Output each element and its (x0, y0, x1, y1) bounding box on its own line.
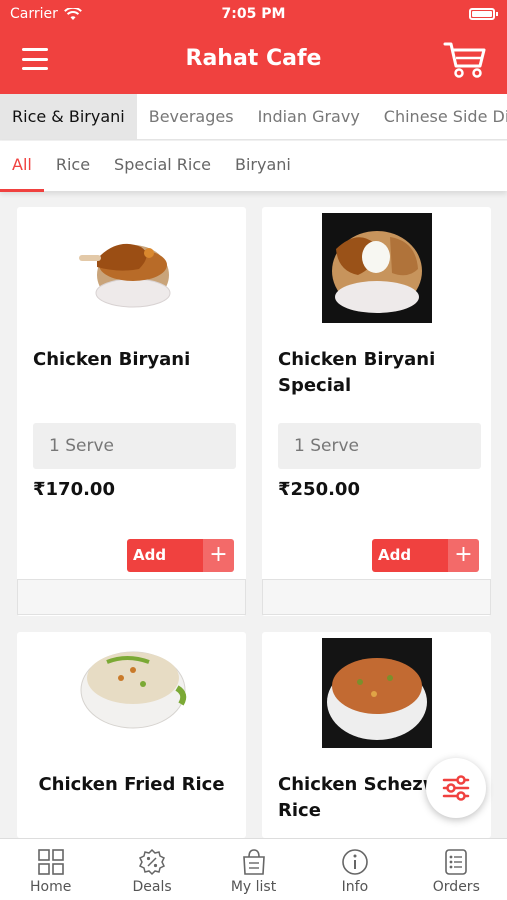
subtab-rice[interactable]: Rice (44, 141, 102, 191)
nav-info-label: Info (341, 879, 369, 895)
nav-my-list[interactable]: My list (203, 839, 304, 900)
product-card[interactable]: Chicken Biryani Special 1 Serve ₹250.00 … (262, 207, 491, 616)
discount-badge-icon (139, 848, 166, 876)
subcategory-tabs: All Rice Special Rice Biryani (0, 141, 507, 192)
app-bar: Rahat Cafe (0, 38, 507, 82)
info-icon (342, 849, 368, 875)
status-bar: Carrier 7:05 PM (0, 0, 507, 28)
chicken-biryani-image (79, 243, 171, 308)
add-button[interactable]: Add + (372, 539, 479, 572)
nav-my-list-label: My list (230, 879, 277, 895)
serving-select[interactable]: 1 Serve (33, 423, 236, 469)
cart-icon[interactable] (443, 40, 487, 80)
filter-sliders-icon[interactable] (426, 758, 486, 818)
tab-beverages[interactable]: Beverages (137, 94, 246, 139)
nav-home[interactable]: Home (0, 839, 101, 900)
nav-orders-label: Orders (432, 879, 480, 895)
product-name: Chicken Fried Rice (38, 774, 225, 795)
app-title: Rahat Cafe (185, 46, 322, 71)
add-button-label: Add (378, 546, 412, 564)
status-time: 7:05 PM (221, 6, 286, 22)
grid-icon (37, 849, 64, 875)
orders-list-icon (445, 849, 468, 875)
top-bar: Carrier 7:05 PM Rahat Cafe (0, 0, 507, 94)
serving-select[interactable]: 1 Serve (278, 423, 481, 469)
bottom-nav: Home Deals My list Info Orders (0, 838, 507, 900)
nav-info[interactable]: Info (304, 839, 405, 900)
add-button[interactable]: Add + (127, 539, 234, 572)
product-card[interactable]: Chicken Biryani 1 Serve ₹170.00 Add + (17, 207, 246, 616)
nav-deals-label: Deals (132, 879, 172, 895)
category-tabs: Rice & Biryani Beverages Indian Gravy Ch… (0, 94, 507, 140)
subtab-all[interactable]: All (0, 141, 44, 192)
chicken-schezwan-rice-image (322, 638, 432, 748)
tab-rice-biryani[interactable]: Rice & Biryani (0, 94, 137, 139)
plus-icon: + (203, 539, 234, 572)
product-price: ₹170.00 (33, 479, 115, 500)
product-name: Chicken Biryani Special (278, 349, 436, 396)
chicken-biryani-special-image (322, 213, 432, 323)
subtab-biryani[interactable]: Biryani (223, 141, 303, 191)
chicken-fried-rice-image (80, 651, 187, 729)
tab-indian-gravy[interactable]: Indian Gravy (246, 94, 372, 139)
card-footer-box (17, 579, 246, 615)
subtab-special-rice[interactable]: Special Rice (102, 141, 223, 191)
tab-chinese-side-dish[interactable]: Chinese Side Dish (372, 94, 507, 139)
product-card[interactable]: Chicken Fried Rice (17, 632, 246, 838)
battery-icon (469, 8, 498, 20)
nav-home-label: Home (30, 879, 72, 895)
add-button-label: Add (133, 546, 167, 564)
nav-deals[interactable]: Deals (101, 839, 202, 900)
product-name: Chicken Biryani (33, 349, 191, 370)
product-price: ₹250.00 (278, 479, 360, 500)
card-footer-box (262, 579, 491, 615)
shopping-bag-icon (242, 849, 265, 875)
plus-icon: + (448, 539, 479, 572)
nav-orders[interactable]: Orders (406, 839, 507, 900)
